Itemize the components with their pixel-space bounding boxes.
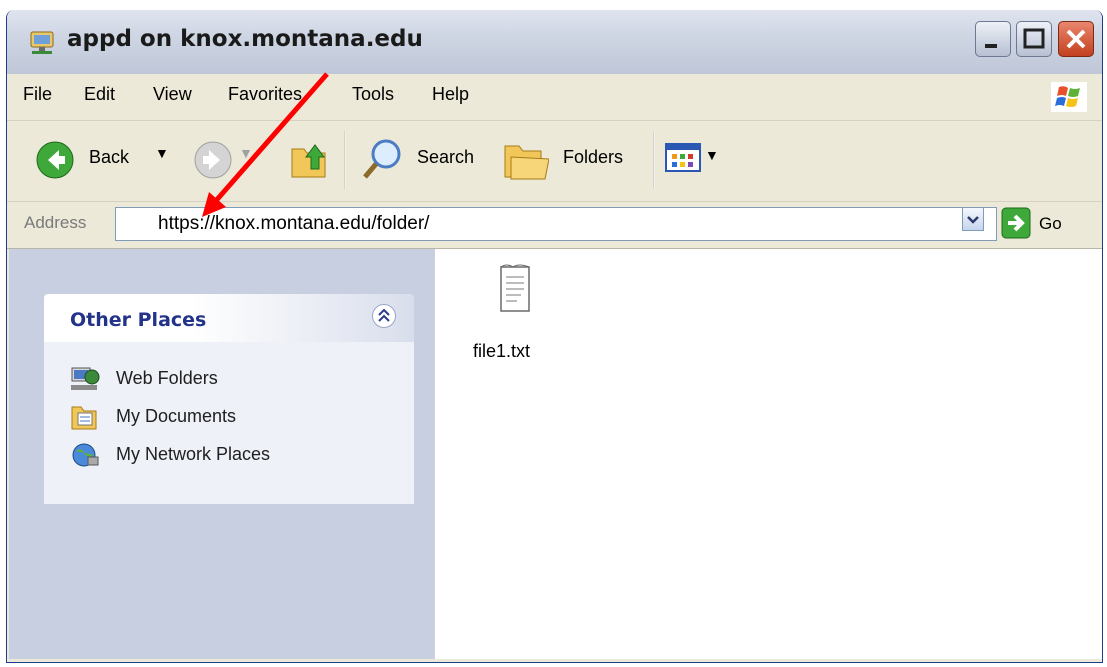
up-folder-icon[interactable] (289, 139, 331, 181)
network-places-icon (72, 443, 99, 467)
text-file-icon (500, 264, 530, 312)
web-folders-icon (71, 367, 100, 390)
search-label: Search (417, 147, 475, 167)
folders-label: Folders (563, 147, 624, 167)
address-input[interactable]: https://knox.montana.edu/folder/ (115, 207, 997, 241)
windows-logo-icon (1051, 82, 1087, 112)
other-places-header[interactable]: Other Places (44, 294, 414, 342)
title-bar[interactable]: appd on knox.montana.edu (7, 10, 1102, 75)
views-button[interactable]: ▼ (665, 143, 735, 177)
address-dropdown-button[interactable] (962, 207, 984, 231)
file-list-area: file1.txt (435, 249, 1102, 659)
chevron-down-icon (967, 216, 979, 224)
other-places-title: Other Places (70, 309, 207, 331)
folders-button[interactable]: Folders (501, 139, 641, 181)
go-arrow-icon[interactable] (1001, 207, 1031, 239)
address-label: Address (24, 213, 87, 232)
views-icon (665, 143, 701, 172)
close-icon (1066, 29, 1086, 49)
toolbar-separator (344, 131, 346, 189)
back-arrow-icon (36, 141, 74, 179)
folders-icon (504, 145, 549, 180)
forward-dropdown-icon[interactable]: ▼ (239, 145, 253, 161)
minimize-button[interactable] (975, 21, 1011, 57)
file-name: file1.txt (473, 341, 531, 361)
my-documents-icon (71, 406, 97, 430)
maximize-button[interactable] (1016, 21, 1052, 57)
menu-help[interactable]: Help (432, 84, 469, 105)
maximize-icon (1023, 28, 1045, 49)
other-places-item-label: My Documents (116, 406, 237, 426)
toolbar-separator (653, 131, 655, 189)
other-places-item-label: My Network Places (116, 444, 271, 464)
other-places-panel: Other Places Web Folders My Documents My… (44, 294, 414, 504)
file-item[interactable]: file1.txt (465, 257, 575, 367)
other-places-item-my-documents[interactable]: My Documents (70, 403, 400, 433)
address-value: https://knox.montana.edu/folder/ (158, 213, 430, 234)
back-label: Back (89, 147, 130, 167)
back-dropdown-icon[interactable]: ▼ (155, 145, 169, 161)
standard-toolbar: Back ▼ ▼ Search Folders ▼ (7, 121, 1102, 202)
search-button[interactable]: Search (361, 139, 491, 181)
minimize-icon (985, 44, 997, 48)
collapse-button[interactable] (372, 304, 396, 328)
back-button[interactable]: Back ▼ (31, 139, 171, 181)
address-bar: Address https://knox.montana.edu/folder/… (7, 202, 1102, 249)
forward-arrow-icon (194, 141, 232, 179)
search-icon (363, 139, 401, 179)
menu-favorites[interactable]: Favorites (228, 84, 302, 105)
other-places-item-web-folders[interactable]: Web Folders (70, 365, 400, 395)
menu-edit[interactable]: Edit (84, 84, 115, 105)
menu-file[interactable]: File (23, 84, 52, 105)
other-places-item-network-places[interactable]: My Network Places (70, 441, 400, 471)
chevron-up-icon (378, 308, 390, 322)
window-title: appd on knox.montana.edu (67, 26, 423, 52)
other-places-item-label: Web Folders (116, 368, 218, 388)
menu-tools[interactable]: Tools (352, 84, 394, 105)
menu-view[interactable]: View (153, 84, 192, 105)
menu-bar: File Edit View Favorites Tools Help (7, 74, 1102, 121)
views-dropdown-icon[interactable]: ▼ (705, 147, 719, 163)
go-button[interactable]: Go (1039, 214, 1062, 234)
task-pane: Other Places Web Folders My Documents My… (9, 249, 435, 659)
forward-button[interactable]: ▼ (189, 139, 269, 181)
other-places-list: Web Folders My Documents My Network Plac… (44, 342, 414, 504)
close-button[interactable] (1058, 21, 1094, 57)
network-folder-icon (30, 31, 54, 54)
explorer-window: appd on knox.montana.edu File Edit View … (6, 10, 1103, 663)
